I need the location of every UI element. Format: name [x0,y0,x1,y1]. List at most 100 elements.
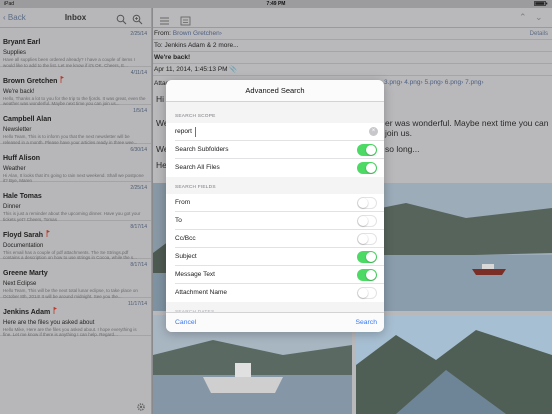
message-list-item[interactable]: Hale Tomas 2/25/14 Dinner This is just a re… [0,182,151,222]
clock: 7:49 PM [266,1,286,7]
to-toggle[interactable] [357,215,377,227]
subject-row: We're back! [153,52,552,64]
from-label: From [175,199,191,206]
to-contact[interactable]: Jenkins Adam & 2 more... [164,42,238,49]
attachment-name-toggle[interactable] [357,287,377,299]
list-icon[interactable] [159,13,170,25]
compose-list-icon[interactable] [180,13,191,26]
scope-section-header: SEARCH SCOPE [175,114,216,119]
to-row: To: Jenkins Adam & 2 more... [153,40,552,52]
search-field-option-row: Subject [166,248,384,266]
dialog-footer: Cancel Search [166,312,384,332]
search-field-option-row: Message Text [166,266,384,284]
message-list-item[interactable]: Bryant Earl 2/25/14 Supplies Have all suppl… [0,28,151,68]
message-list-item[interactable]: Greene Marty 8/17/14 Next Eclipse Hello Tea… [0,259,151,299]
fields-section-header: SEARCH FIELDS [175,185,216,190]
from-toggle[interactable] [357,197,377,209]
search-subfolders-toggle[interactable] [357,144,377,156]
battery-icon [534,1,548,8]
cc-bcc-toggle[interactable] [357,233,377,245]
search-field-row: report × [166,123,384,141]
search-field-option-row: Cc/Bcc [166,230,384,248]
photo-boat[interactable] [356,183,552,311]
clear-text-icon[interactable]: × [369,127,378,136]
attachment-links: 3.png› 4.png› 5.png› 6.png› 7.png› [384,79,484,86]
message-sender: Bryant Earl [3,39,41,46]
message-subject: Weather [3,165,26,172]
message-sender: Brown Gretchen [3,77,58,85]
message-list-item[interactable]: Jenkins Adam 11/17/14 Here are the files y… [0,298,151,337]
message-preview: Hello Mike, Here are the files you asked… [3,326,137,338]
attachment-link[interactable]: 5.png [425,79,441,86]
to-label: To [175,217,182,224]
text-cursor [195,127,196,137]
search-icon[interactable] [116,12,127,25]
search-button[interactable]: Search [355,319,377,326]
details-button[interactable]: Details [530,28,548,40]
message-sender: Jenkins Adam [3,308,51,316]
message-sender: Huff Alison [3,154,41,162]
inbox-navbar: ‹ Back Inbox [0,8,151,28]
from-row: From: Brown Gretchen› Details [153,28,552,40]
message-date: 1/5/14 [133,108,147,114]
paperclip-icon: 📎 [229,66,238,73]
attachment-link[interactable]: 4.png [404,79,420,86]
message-sender: Greene Marty [3,270,48,277]
search-text-input[interactable]: report [175,128,192,135]
message-date: 2/25/14 [130,31,147,37]
chevron-down-icon[interactable]: ⌄ [535,12,543,23]
chevron-up-icon[interactable]: ⌃ [519,12,527,23]
attachment-link[interactable]: 6.png [445,79,461,86]
dialog-title: Advanced Search [166,80,384,102]
message-subject: Documentation [3,242,44,249]
message-subject: Here are the files you asked about [3,319,95,326]
detail-toolbar: ⌃ ⌄ [153,8,552,28]
status-bar: iPad 7:49 PM [0,0,552,8]
from-contact[interactable]: Brown Gretchen [173,30,220,37]
search-field-option-row: From [166,194,384,212]
flag-icon [60,70,65,88]
message-list-item[interactable]: Huff Alison 6/30/14 Weather Hi Alan, It loo… [0,144,151,183]
scope-option-row: Search All Files [166,159,384,177]
message-list-item[interactable]: Brown Gretchen 4/11/14 We're back! Hello, T… [0,67,151,106]
message-text-toggle[interactable] [357,269,377,281]
search-field-option-row: To [166,212,384,230]
search-subfolders-label: Search Subfolders [175,146,229,153]
message-subject: We're back! [3,88,35,95]
scope-option-row: Search Subfolders [166,141,384,159]
message-list: Bryant Earl 2/25/14 Supplies Have all suppl… [0,28,151,337]
search-all-files-label: Search All Files [175,164,220,171]
message-sender: Campbell Alan [3,116,52,123]
flag-icon [53,301,58,319]
cancel-button[interactable]: Cancel [175,319,196,326]
message-list-item[interactable]: Campbell Alan 1/5/14 Newsletter Hello Team,… [0,105,151,145]
message-date: 4/11/14 [130,69,147,76]
attachment-link[interactable]: 7.png [465,79,481,86]
attachment-link[interactable]: 3.png [384,79,400,86]
body-line1-end: er was wonderful. Maybe next time you ca… [385,118,549,138]
advanced-search-dialog: Advanced Search SEARCH SCOPE report × Se… [166,80,384,332]
message-list-item[interactable]: Floyd Sarah 8/17/14 Documentation This emai… [0,221,151,260]
attachment-name-label: Attachment Name [175,289,228,296]
subject-label: Subject [175,253,197,260]
message-date: 8/17/14 [130,223,147,230]
message-text-label: Message Text [175,271,215,278]
message-date: 6/30/14 [130,146,147,153]
photo-valley[interactable] [356,315,552,414]
message-subject: Dinner [3,204,21,210]
message-sender: Hale Tomas [3,193,42,200]
inbox-bottom-bar [0,396,152,414]
message-sender: Floyd Sarah [3,231,44,239]
search-all-files-toggle[interactable] [357,162,377,174]
inbox-pane: ‹ Back Inbox Bryant Earl 2/25/14 Supplies H… [0,8,152,414]
search-field-option-row: Attachment Name [166,284,384,302]
message-subject: Newsletter [3,127,32,133]
inbox-title: Inbox [64,13,87,22]
message-date: 2/25/14 [130,185,147,191]
message-date: 11/17/14 [127,300,147,307]
subject-toggle[interactable] [357,251,377,263]
date-row: Apr 11, 2014, 1:45:13 PM 📎 [153,64,552,76]
body-line2-end: so long... [385,144,420,154]
advanced-search-icon[interactable] [132,12,143,25]
gear-icon[interactable] [136,399,146,411]
